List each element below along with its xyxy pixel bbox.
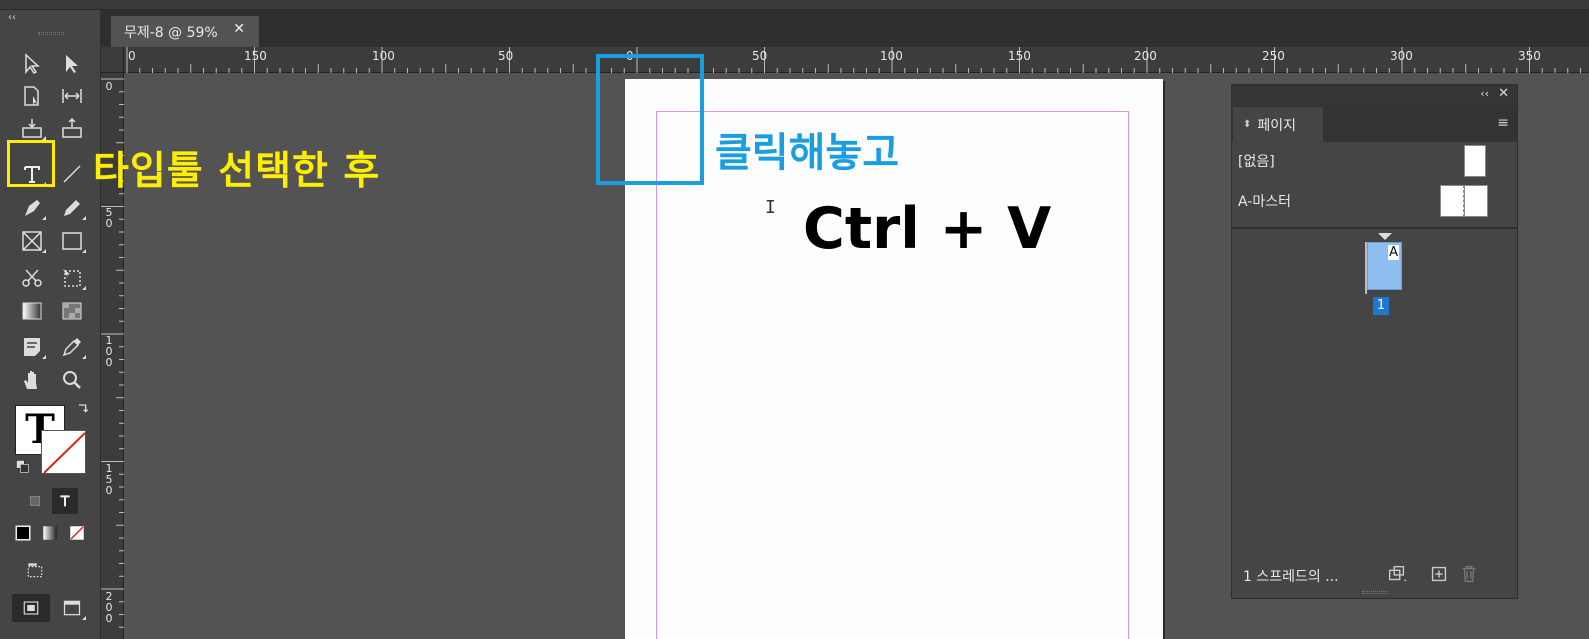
page-thumbnail[interactable]: A bbox=[1367, 242, 1402, 290]
gap-tool-icon[interactable] bbox=[57, 82, 87, 110]
annotation-click-area-box bbox=[596, 54, 704, 185]
pencil-tool-icon[interactable] bbox=[57, 194, 87, 222]
document-tab-title: 무제-8 @ 59% bbox=[124, 24, 218, 41]
direct-selection-tool-icon[interactable] bbox=[57, 50, 87, 78]
page-tool-icon[interactable] bbox=[17, 82, 47, 110]
ruler-label: 0 bbox=[105, 80, 113, 93]
spread-indicator-icon bbox=[1378, 233, 1392, 240]
close-panel-icon[interactable]: ✕ bbox=[1498, 86, 1509, 101]
collapse-panel-icon[interactable]: ‹‹ bbox=[1480, 87, 1489, 100]
panel-menu-icon[interactable]: ≡ bbox=[1497, 115, 1509, 131]
ruler-label: 250 bbox=[1262, 49, 1285, 63]
apply-color-icon[interactable] bbox=[10, 520, 36, 546]
swap-fill-stroke-icon[interactable] bbox=[72, 398, 94, 420]
new-page-icon[interactable] bbox=[1428, 563, 1450, 585]
ruler-label: 100 bbox=[880, 49, 903, 63]
master-none-thumbnail[interactable] bbox=[1464, 145, 1486, 177]
panel-tab-bar: ⬍ 페이지 ≡ bbox=[1232, 105, 1517, 142]
formatting-affects-container-icon[interactable] bbox=[20, 488, 50, 514]
annotation-select-type-tool: 타입툴 선택한 후 bbox=[93, 149, 381, 194]
master-a-label: A-마스터 bbox=[1238, 194, 1291, 210]
apply-gradient-icon[interactable] bbox=[37, 520, 63, 546]
horizontal-ruler-ticks bbox=[126, 47, 1581, 73]
tools-panel: ‹‹ T bbox=[0, 10, 101, 639]
rectangle-frame-tool-icon[interactable] bbox=[17, 227, 47, 255]
formatting-affects-text-icon[interactable] bbox=[52, 488, 78, 514]
ruler-label: 200 bbox=[105, 590, 113, 625]
master-none-row[interactable]: [없음] bbox=[1232, 143, 1517, 179]
ruler-label: 150 bbox=[244, 49, 267, 63]
free-transform-tool-icon[interactable] bbox=[57, 264, 87, 292]
frame-mode-icon[interactable] bbox=[20, 556, 50, 584]
master-a-right-thumbnail[interactable] bbox=[1464, 185, 1488, 217]
margin-guide bbox=[656, 111, 1129, 639]
annotation-click-first: 클릭해놓고 bbox=[715, 130, 899, 176]
eyedropper-tool-icon[interactable] bbox=[57, 333, 87, 361]
master-a-left-thumbnail[interactable] bbox=[1440, 185, 1464, 217]
default-fill-stroke-icon[interactable] bbox=[12, 456, 34, 478]
toolbar-grip[interactable] bbox=[38, 32, 64, 35]
line-tool-icon[interactable] bbox=[57, 160, 87, 188]
gradient-feather-tool-icon[interactable] bbox=[57, 297, 87, 325]
master-a-row[interactable]: A-마스터 bbox=[1232, 183, 1517, 219]
ruler-label: 50 bbox=[498, 49, 514, 63]
edit-page-size-icon[interactable] bbox=[1386, 563, 1408, 585]
panel-title-bar[interactable]: ‹‹ ✕ bbox=[1232, 85, 1517, 105]
tab-pages-label: 페이지 bbox=[1257, 117, 1297, 134]
text-cursor-icon: I bbox=[765, 197, 776, 218]
scissors-tool-icon[interactable] bbox=[17, 264, 47, 292]
ruler-label: 300 bbox=[1390, 49, 1413, 63]
horizontal-ruler[interactable]: 0 150 100 50 0 50 100 150 200 250 300 35… bbox=[124, 47, 1589, 73]
hand-tool-icon[interactable] bbox=[17, 366, 47, 394]
tab-pages[interactable]: ⬍ 페이지 bbox=[1233, 107, 1323, 142]
ruler-label: 100 bbox=[372, 49, 395, 63]
page-number-label[interactable]: 1 bbox=[1373, 297, 1389, 315]
apply-none-icon[interactable] bbox=[64, 520, 90, 546]
document-tab[interactable]: 무제-8 @ 59% ✕ bbox=[111, 16, 259, 47]
expand-arrows-icon: ⬍ bbox=[1243, 119, 1252, 130]
application-bar bbox=[0, 0, 1589, 10]
ruler-label: 150 bbox=[1008, 49, 1031, 63]
close-icon[interactable]: ✕ bbox=[233, 21, 245, 37]
ruler-origin[interactable] bbox=[101, 47, 124, 73]
zoom-tool-icon[interactable] bbox=[57, 366, 87, 394]
type-tool-highlight-box bbox=[7, 140, 55, 187]
toolbar-collapse-icon[interactable]: ‹‹ bbox=[8, 12, 16, 23]
ruler-label: 200 bbox=[1134, 49, 1157, 63]
selection-tool-icon[interactable] bbox=[17, 50, 47, 78]
gradient-swatch-tool-icon[interactable] bbox=[17, 297, 47, 325]
spread-count-text: 1 스프레드의 ... bbox=[1243, 569, 1339, 585]
screen-mode-icon[interactable] bbox=[57, 594, 87, 622]
panel-resize-grip[interactable] bbox=[1362, 591, 1388, 594]
content-placer-tool-icon[interactable] bbox=[57, 114, 87, 142]
indesign-window: ‹‹ T 무제-8 @ 59% ✕ 0 150 100 50 0 50 100 … bbox=[0, 0, 1589, 639]
note-tool-icon[interactable] bbox=[17, 333, 47, 361]
ruler-label: 50 bbox=[752, 49, 768, 63]
delete-page-icon[interactable] bbox=[1458, 563, 1480, 585]
document-tab-bar: 무제-8 @ 59% ✕ bbox=[101, 10, 1589, 47]
stroke-swatch[interactable] bbox=[41, 430, 86, 474]
ruler-label: 350 bbox=[1518, 49, 1541, 63]
ruler-label: 150 bbox=[105, 462, 113, 497]
page-master-label: A bbox=[1388, 245, 1399, 260]
annotation-paste-shortcut: Ctrl + V bbox=[803, 196, 1052, 262]
ruler-label: 0 bbox=[128, 49, 136, 63]
pages-panel: ‹‹ ✕ ⬍ 페이지 ≡ [없음] A-마스터 A 1 1 스프레드의 ... bbox=[1231, 84, 1518, 599]
ruler-label: 100 bbox=[105, 334, 113, 369]
masters-divider[interactable] bbox=[1232, 227, 1517, 229]
normal-view-mode-icon[interactable] bbox=[12, 594, 50, 622]
rectangle-tool-icon[interactable] bbox=[57, 227, 87, 255]
master-none-label: [없음] bbox=[1238, 154, 1275, 170]
pen-tool-icon[interactable] bbox=[17, 194, 47, 222]
content-collector-tool-icon[interactable] bbox=[17, 114, 47, 142]
ruler-label: 50 bbox=[105, 206, 113, 230]
